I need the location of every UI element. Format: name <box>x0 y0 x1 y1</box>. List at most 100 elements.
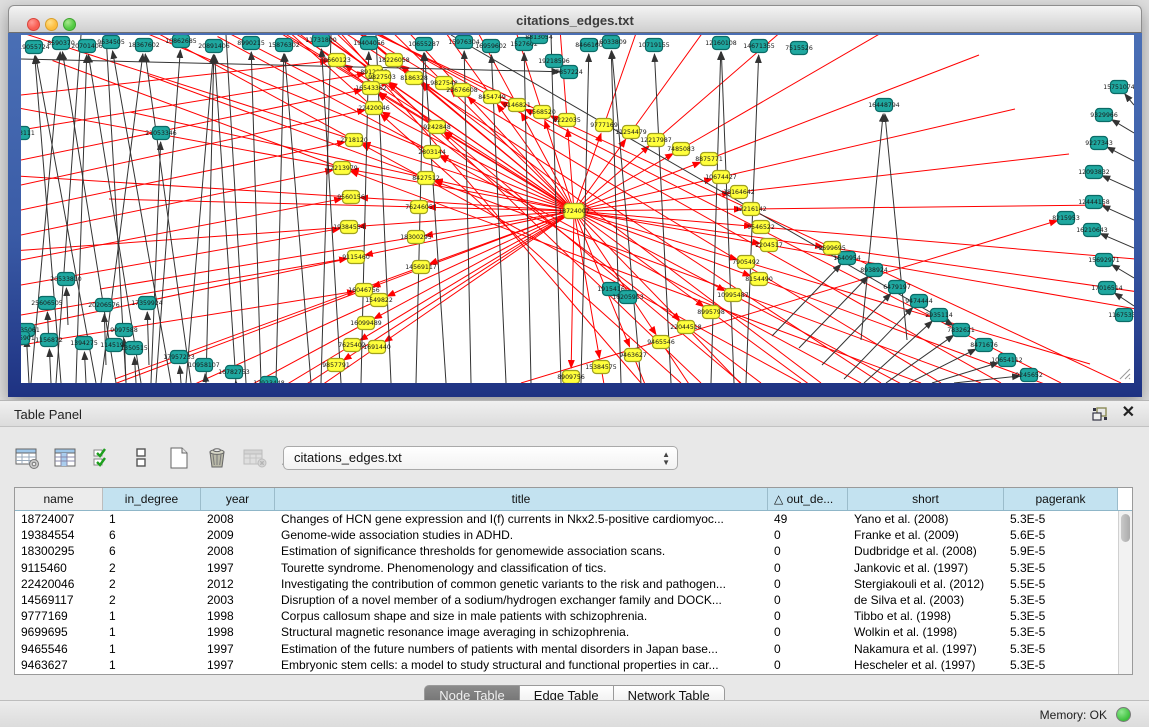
network-edge[interactable] <box>344 211 574 360</box>
table-cell-name[interactable]: 9777169 <box>15 609 103 623</box>
network-node[interactable]: 7832621 <box>947 324 975 337</box>
network-node[interactable]: 8990215 <box>237 37 265 50</box>
network-edge[interactable] <box>844 307 913 379</box>
network-edge[interactable] <box>932 363 998 383</box>
table-cell-title[interactable]: Tourette syndrome. Phenomenology and cla… <box>275 561 768 575</box>
network-edge[interactable] <box>772 264 841 336</box>
delete-table-icon[interactable] <box>204 446 230 470</box>
table-row[interactable]: 969969511998Structural magnetic resonanc… <box>15 624 1118 640</box>
table-cell-name[interactable]: 14569117 <box>15 593 103 607</box>
table-row[interactable]: 946362711997Embryonic stem cells: a mode… <box>15 657 1118 673</box>
table-cell-title[interactable]: Disruption of a novel member of a sodium… <box>275 593 768 607</box>
table-cell-in_degree[interactable]: 2 <box>103 577 201 591</box>
network-edge[interactable] <box>574 211 751 276</box>
table-row[interactable]: 946554611997Estimation of the future num… <box>15 641 1118 657</box>
table-cell-name[interactable]: 9115460 <box>15 561 103 575</box>
table-cell-short[interactable]: Wolkin et al. (1998) <box>848 625 1004 639</box>
network-node[interactable]: 22420046 <box>358 102 390 115</box>
network-node[interactable]: 9463627 <box>619 349 647 362</box>
table-cell-in_degree[interactable]: 1 <box>103 512 201 526</box>
table-cell-year[interactable]: 1997 <box>201 658 275 672</box>
network-node[interactable]: 19055724 <box>21 41 50 54</box>
network-node[interactable]: 1394275 <box>70 337 98 350</box>
table-cell-short[interactable]: Nakamura et al. (1997) <box>848 642 1004 656</box>
table-cell-in_degree[interactable]: 1 <box>103 658 201 672</box>
table-cell-in_degree[interactable]: 2 <box>103 561 201 575</box>
network-edge[interactable] <box>861 114 883 340</box>
network-edge[interactable] <box>251 52 261 383</box>
network-edge[interactable] <box>1125 94 1134 105</box>
close-panel-icon[interactable]: ✕ <box>1122 404 1135 422</box>
table-cell-out_de[interactable]: 0 <box>768 577 848 591</box>
network-edge[interactable] <box>21 199 342 260</box>
table-cell-in_degree[interactable]: 6 <box>103 544 201 558</box>
network-edge[interactable] <box>1102 206 1134 220</box>
table-cell-title[interactable]: Embryonic stem cells: a model to study s… <box>275 658 768 672</box>
network-edge[interactable] <box>574 211 725 291</box>
table-cell-name[interactable]: 19384554 <box>15 528 103 542</box>
table-cell-out_de[interactable]: 0 <box>768 544 848 558</box>
table-cell-short[interactable]: Hescheler et al. (1997) <box>848 658 1004 672</box>
table-cell-in_degree[interactable]: 1 <box>103 609 201 623</box>
table-cell-pagerank[interactable]: 5.3E-5 <box>1004 561 1118 575</box>
table-cell-title[interactable]: Corpus callosum shape and size in male p… <box>275 609 768 623</box>
network-edge[interactable] <box>711 52 721 383</box>
table-cell-year[interactable]: 2012 <box>201 577 275 591</box>
network-edge[interactable] <box>21 323 366 383</box>
network-node[interactable]: 8875771 <box>695 153 723 166</box>
network-node[interactable]: 20206576 <box>88 299 120 312</box>
network-edge[interactable] <box>109 199 419 207</box>
network-edge[interactable] <box>226 35 246 383</box>
network-node[interactable]: 10719155 <box>638 39 670 52</box>
network-edge[interactable] <box>276 54 284 383</box>
table-cell-year[interactable]: 2009 <box>201 528 275 542</box>
network-edge[interactable] <box>21 291 355 345</box>
network-edge[interactable] <box>21 257 356 349</box>
table-cell-year[interactable]: 2008 <box>201 512 275 526</box>
table-cell-short[interactable]: Franke et al. (2009) <box>848 528 1004 542</box>
network-edge[interactable] <box>62 52 116 383</box>
table-cell-out_de[interactable]: 0 <box>768 593 848 607</box>
network-edge[interactable] <box>358 211 574 226</box>
table-cell-pagerank[interactable]: 5.3E-5 <box>1004 593 1118 607</box>
network-node[interactable]: 18367602 <box>128 39 160 52</box>
network-node[interactable]: 19384554 <box>333 221 365 234</box>
network-node[interactable]: 15751074 <box>1103 81 1134 94</box>
network-node[interactable]: 16448794 <box>868 99 900 112</box>
network-edge[interactable] <box>739 154 1069 192</box>
table-row[interactable]: 977716911998Corpus callosum shape and si… <box>15 608 1118 624</box>
column-header-pagerank[interactable]: pagerank <box>1004 488 1118 510</box>
table-cell-short[interactable]: Yano et al. (2008) <box>848 512 1004 526</box>
window-titlebar[interactable]: citations_edges.txt <box>8 5 1142 33</box>
network-edge[interactable] <box>733 295 1051 383</box>
table-cell-in_degree[interactable]: 6 <box>103 528 201 542</box>
network-edge[interactable] <box>151 142 161 383</box>
network-node[interactable]: 20891406 <box>198 40 230 53</box>
network-node[interactable]: 2718120 <box>340 134 368 147</box>
table-row[interactable]: 911546021997Tourette syndrome. Phenomeno… <box>15 560 1118 576</box>
table-row[interactable]: 1938455462009Genome-wide association stu… <box>15 527 1118 543</box>
table-cell-short[interactable]: de Silva et al. (2003) <box>848 593 1004 607</box>
network-node[interactable]: 25606505 <box>31 297 63 310</box>
network-edge[interactable] <box>21 365 336 383</box>
network-node[interactable]: 19404056 <box>353 37 385 50</box>
column-header-out_de[interactable]: △ out_de... <box>768 488 848 510</box>
table-cell-short[interactable]: Stergiakouli et al. (2012) <box>848 577 1004 591</box>
table-row[interactable]: 1830029562008Estimation of significance … <box>15 543 1118 559</box>
network-node[interactable]: 18164642 <box>723 186 755 199</box>
network-node[interactable]: 9329966 <box>1090 109 1118 122</box>
network-edge[interactable] <box>452 88 941 383</box>
table-cell-title[interactable]: Genome-wide association studies in ADHD. <box>275 528 768 542</box>
table-settings-icon[interactable] <box>14 446 40 470</box>
table-cell-out_de[interactable]: 0 <box>768 528 848 542</box>
new-table-icon[interactable] <box>166 446 192 470</box>
table-cell-year[interactable]: 1997 <box>201 561 275 575</box>
network-node[interactable]: 7905492 <box>732 256 760 269</box>
network-edge[interactable] <box>1112 120 1134 133</box>
select-all-check-icon[interactable] <box>90 446 116 470</box>
network-edge[interactable] <box>1100 234 1134 248</box>
network-node[interactable]: 10654112 <box>991 354 1023 367</box>
network-edge[interactable] <box>822 293 891 365</box>
table-cell-year[interactable]: 2003 <box>201 593 275 607</box>
network-node[interactable]: 7624605 <box>405 201 433 214</box>
